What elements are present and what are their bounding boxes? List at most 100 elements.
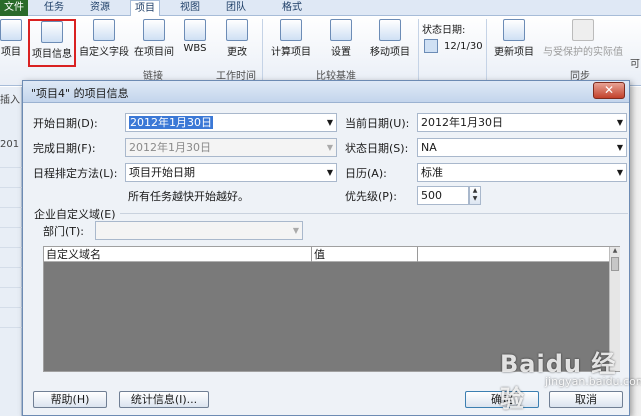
column-header-custom-field-name[interactable]: 自定义域名 (44, 247, 312, 262)
current-date-field[interactable]: 2012年1月30日 ▼ (417, 113, 627, 132)
close-button[interactable]: ✕ (593, 82, 625, 99)
update-project-label: 更新项目 (494, 47, 534, 58)
schedule-note: 所有任务越快开始越好。 (128, 190, 249, 203)
tab-file[interactable]: 文件 (0, 0, 28, 16)
calculate-project-button[interactable]: 计算项目 (268, 19, 314, 67)
ribbon-separator (262, 19, 263, 81)
side-label: 可 (630, 59, 640, 70)
calendar-select[interactable]: 标准 ▼ (417, 163, 627, 182)
set-baseline-button[interactable]: 设置 (326, 19, 356, 67)
column-header-value[interactable]: 值 (312, 247, 418, 262)
insert-label: 插入 (0, 95, 20, 106)
wbs-button[interactable]: WBS (180, 19, 210, 67)
ribbon-tab-bar: 文件 任务 资源 项目 视图 团队 格式 (0, 0, 641, 17)
links-between-projects-button[interactable]: 在项目间 (131, 19, 177, 67)
enterprise-group-title: 企业自定义域(E) (34, 206, 120, 222)
wbs-label: WBS (183, 43, 207, 54)
project-info-button[interactable]: 项目信息 (28, 19, 76, 67)
department-label: 部门(T): (43, 225, 85, 238)
project-info-label: 项目信息 (32, 49, 72, 60)
department-select: ▼ (95, 221, 303, 240)
grid-line (0, 267, 22, 268)
grid-line (0, 307, 22, 308)
scroll-up-icon[interactable]: ▲ (610, 247, 620, 256)
sync-protected-actuals-button[interactable]: 与受保护的实际值 (540, 19, 626, 67)
scroll-thumb[interactable] (611, 257, 619, 271)
grid-line (0, 227, 22, 228)
grid-line (0, 247, 22, 248)
calculator-icon (280, 19, 302, 41)
chevron-down-icon[interactable]: ▼ (470, 195, 480, 203)
schedule-from-select[interactable]: 项目开始日期 ▼ (125, 163, 337, 182)
update-project-icon (503, 19, 525, 41)
custom-fields-button[interactable]: 自定义字段 (78, 19, 130, 67)
chevron-down-icon[interactable]: ▼ (327, 114, 333, 131)
set-baseline-label: 设置 (331, 47, 351, 58)
calendar-value: 标准 (421, 166, 443, 179)
move-project-button[interactable]: 移动项目 (366, 19, 414, 67)
custom-fields-icon (93, 19, 115, 41)
change-working-time-label: 更改 (227, 47, 247, 58)
calendar-icon[interactable] (424, 39, 438, 53)
tab-task[interactable]: 任务 (40, 0, 68, 16)
grid-line (0, 287, 22, 288)
finish-date-label: 完成日期(F): (33, 142, 96, 155)
subproject-label: 项目 (1, 47, 21, 58)
enterprise-group-frame (36, 213, 628, 214)
finish-date-field: 2012年1月30日 ▼ (125, 138, 337, 157)
tab-project[interactable]: 项目 (130, 0, 160, 17)
status-date-field-label: 状态日期(S): (345, 142, 409, 155)
change-working-time-button[interactable]: 更改 (218, 19, 256, 67)
priority-stepper[interactable]: ▲ ▼ (469, 186, 481, 205)
status-date-value[interactable]: 12/1/30 (444, 41, 483, 52)
chevron-down-icon[interactable]: ▼ (617, 114, 623, 131)
schedule-from-value: 项目开始日期 (129, 166, 195, 179)
schedule-from-label: 日程排定方法(L): (33, 167, 118, 180)
chevron-down-icon[interactable]: ▼ (617, 139, 623, 156)
tab-resource[interactable]: 资源 (86, 0, 114, 16)
chevron-down-icon[interactable]: ▼ (327, 164, 333, 181)
ribbon: 项目 项目信息 自定义字段 在项目间 WBS 更改 链接 工作时间 计算项目 设… (0, 16, 641, 86)
start-date-value: 2012年1月30日 (129, 116, 213, 129)
grid-line (0, 187, 22, 188)
grid-line (0, 327, 22, 328)
timeline-year-label: 201 (0, 139, 20, 150)
row-header-column (0, 87, 22, 416)
dialog-title: "项目4" 的项目信息 (31, 87, 129, 100)
table-header: 自定义域名 值 (44, 247, 619, 262)
links-between-projects-icon (143, 19, 165, 41)
update-project-button[interactable]: 更新项目 (490, 19, 538, 67)
priority-input[interactable]: 500 (417, 186, 469, 205)
chevron-down-icon[interactable]: ▼ (617, 164, 623, 181)
start-date-label: 开始日期(D): (33, 117, 98, 130)
ribbon-separator (418, 19, 419, 81)
tab-view[interactable]: 视图 (176, 0, 204, 16)
calculate-project-label: 计算项目 (271, 47, 311, 58)
finish-date-value: 2012年1月30日 (129, 141, 211, 154)
tab-team[interactable]: 团队 (222, 0, 250, 16)
calendar-clock-icon (226, 19, 248, 41)
ribbon-separator (486, 19, 487, 81)
tab-format[interactable]: 格式 (278, 0, 306, 16)
current-date-label: 当前日期(U): (345, 117, 410, 130)
current-date-value: 2012年1月30日 (421, 116, 503, 129)
subproject-icon (0, 19, 22, 41)
sync-protected-actuals-label: 与受保护的实际值 (543, 47, 623, 58)
baseline-icon (330, 19, 352, 41)
baidu-watermark-url: jingyan.baidu.com (545, 375, 641, 388)
priority-value: 500 (421, 189, 442, 202)
close-icon: ✕ (603, 83, 615, 97)
status-date-field[interactable]: NA ▼ (417, 138, 627, 157)
status-date-label: 状态日期: (422, 25, 466, 36)
start-date-field[interactable]: 2012年1月30日 ▼ (125, 113, 337, 132)
subproject-button[interactable]: 项目 (0, 19, 22, 67)
chevron-down-icon: ▼ (292, 226, 299, 235)
move-project-icon (379, 19, 401, 41)
dialog-titlebar[interactable]: "项目4" 的项目信息 ✕ (23, 81, 629, 103)
statistics-button[interactable]: 统计信息(I)... (119, 391, 209, 408)
links-between-projects-label: 在项目间 (134, 47, 174, 58)
help-button[interactable]: 帮助(H) (33, 391, 107, 408)
wbs-icon (184, 19, 206, 41)
chevron-up-icon[interactable]: ▲ (470, 187, 480, 195)
grid-line (0, 207, 22, 208)
